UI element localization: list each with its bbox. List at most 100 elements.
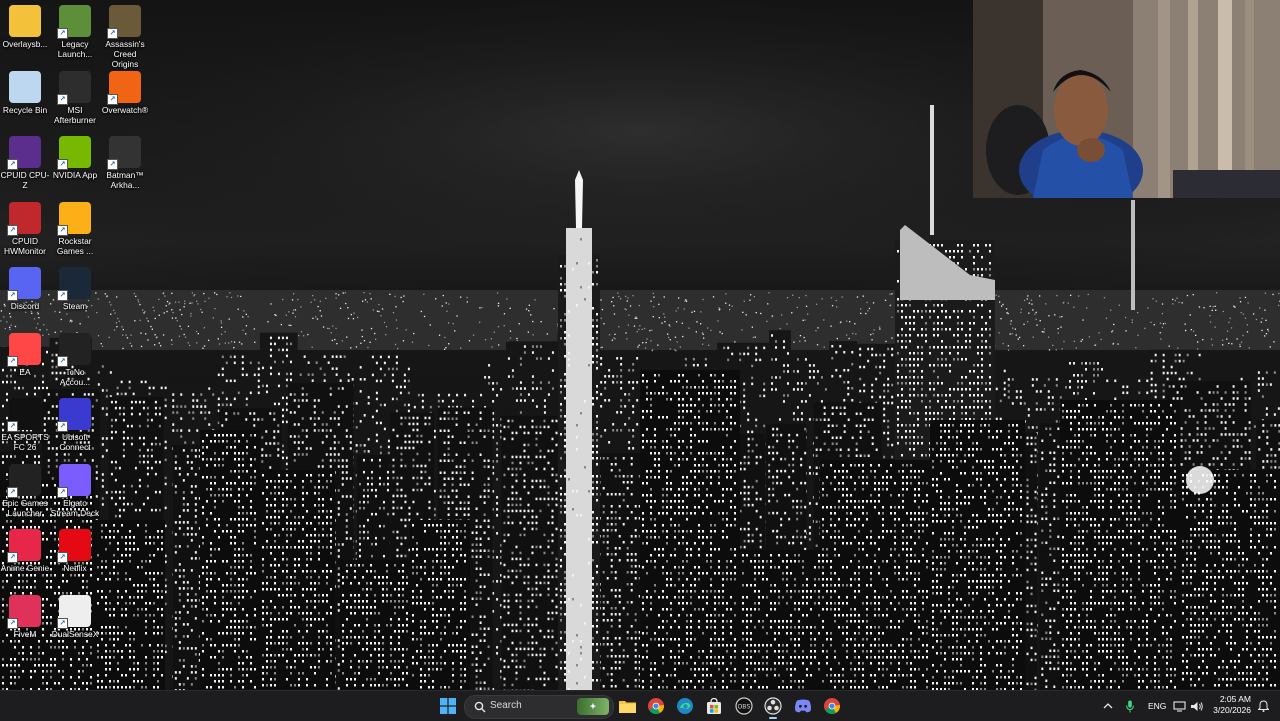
rockstar-icon: ↗ [59,202,91,234]
desktop-icon-label: MSI Afterburner [50,105,100,125]
desktop-icon-label: CPUID HWMonitor [0,236,50,256]
shortcut-arrow-icon: ↗ [7,487,18,498]
shortcut-arrow-icon: ↗ [57,159,68,170]
shortcut-arrow-icon: ↗ [7,421,18,432]
shortcut-arrow-icon: ↗ [57,487,68,498]
shortcut-arrow-icon: ↗ [107,94,118,105]
desktop-icon[interactable]: ↗Discord [0,267,50,311]
stream-deck-icon: ↗ [59,464,91,496]
desktop-icon-label: NVIDIA App [50,170,100,180]
epic-games-icon: ↗ [9,464,41,496]
edge-icon[interactable] [673,695,697,717]
store-icon[interactable] [702,695,726,717]
desktop-icon[interactable]: ↗NVIDIA App [50,136,100,180]
ea-icon: ↗ [9,333,41,365]
desktop-icon[interactable]: ↗EA [0,333,50,377]
batman-icon: ↗ [109,136,141,168]
shortcut-arrow-icon: ↗ [57,28,68,39]
webcam-overlay [973,0,1280,198]
desktop-icon[interactable]: ↗Elgato Stream Deck [50,464,100,518]
windows-start-icon[interactable] [436,695,460,717]
desktop-icon[interactable]: ↗Ubisoft Connect [50,398,100,452]
desktop-icon[interactable]: Overlaysb... [0,5,50,49]
clock-date: 3/20/2026 [1211,705,1251,716]
shortcut-arrow-icon: ↗ [57,225,68,236]
desktop-icon[interactable]: ↗ Anime Genie [0,529,50,573]
desktop-icon-label: DualSenseX [50,629,100,639]
desktop-icon[interactable]: ↗CPUID CPU-Z [0,136,50,190]
desktop-icon[interactable]: ↗CPUID HWMonitor [0,202,50,256]
minecraft-icon: ↗ [59,5,91,37]
fivem-icon: ↗ [9,595,41,627]
chrome-icon[interactable] [644,695,668,717]
shortcut-arrow-icon: ↗ [57,552,68,563]
desktop-icon[interactable]: ↗Netflix [50,529,100,573]
search-icon [474,701,486,713]
shortcut-arrow-icon: ↗ [57,356,68,367]
desktop-icon-label: Overlaysb... [0,39,50,49]
shortcut-arrow-icon: ↗ [7,618,18,629]
shortcut-arrow-icon: ↗ [7,225,18,236]
steam-icon: ↗ [59,267,91,299]
shortcut-arrow-icon: ↗ [107,159,118,170]
desktop-icon-label: Anime Genie [0,563,50,573]
desktop-icon-label: Rockstar Games ... [50,236,100,256]
desktop-icon[interactable]: ↗DualSenseX [50,595,100,639]
shortcut-arrow-icon: ↗ [57,421,68,432]
file-explorer-icon[interactable] [615,695,639,717]
taskbar: Search ✦ OBS [0,690,1280,721]
desktop-icon[interactable]: ↗ Steam [50,267,100,311]
tcno-icon: ↗ [59,333,91,365]
language-indicator[interactable]: ENG [1148,701,1166,711]
taskbar-search-box[interactable]: Search ✦ [464,695,614,719]
clock-time: 2:05 AM [1211,694,1251,705]
desktop-icon-label: Netflix [50,563,100,573]
volume-icon[interactable] [1187,695,1207,717]
obs-icon[interactable] [761,695,785,717]
desktop-icon-label: FiveM [0,629,50,639]
desktop-icon[interactable]: ↗Batman™ Arkha... [100,136,150,190]
cpu-z-icon: ↗ [9,136,41,168]
assassins-creed-icon: ↗ [109,5,141,37]
desktop-icon-label: EA SPORTS FC 26 [0,432,50,452]
clock[interactable]: 2:05 AM 3/20/2026 [1211,694,1251,716]
shortcut-arrow-icon: ↗ [7,290,18,301]
hwmonitor-icon: ↗ [9,202,41,234]
ea-sports-fc-icon: ↗ [9,398,41,430]
desktop-icon-label: Overwatch® [100,105,150,115]
shortcut-arrow-icon: ↗ [57,618,68,629]
notification-bell-icon[interactable] [1254,695,1272,717]
desktop-icon-label: Legacy Launch... [50,39,100,59]
recycle-bin-icon [9,71,41,103]
discord-icon: ↗ [9,267,41,299]
desktop-icon-label: Recycle Bin [0,105,50,115]
desktop-icon[interactable]: ↗MSI Afterburner [50,71,100,125]
desktop-icon[interactable]: ↗Overwatch® [100,71,150,115]
desktop-icon[interactable]: Recycle Bin [0,71,50,115]
chevron-up-icon[interactable] [1098,695,1118,717]
desktop-icon[interactable]: ↗Assassin's Creed Origins [100,5,150,69]
discord-icon[interactable] [791,695,815,717]
desktop-icon-label: Elgato Stream Deck [50,498,100,518]
desktop-icon[interactable]: ↗FiveM [0,595,50,639]
desktop-icon-label: TcNo Accou... [50,367,100,387]
desktop-icon[interactable]: ↗Epic Games Launcher [0,464,50,518]
microphone-icon[interactable] [1120,695,1140,717]
app-icon[interactable]: OBS [732,695,756,717]
search-highlight-icon: ✦ [577,698,609,715]
desktop-icon[interactable]: ↗Legacy Launch... [50,5,100,59]
search-placeholder: Search [490,700,522,711]
chrome-icon[interactable] [820,695,844,717]
desktop-icon-label: Assassin's Creed Origins [100,39,150,69]
anime-genie-icon: ↗ [9,529,41,561]
desktop-icon[interactable]: ↗EA SPORTS FC 26 [0,398,50,452]
shortcut-arrow-icon: ↗ [7,159,18,170]
desktop-icon[interactable]: ↗TcNo Accou... [50,333,100,387]
dualsensex-icon: ↗ [59,595,91,627]
desktop-icon-label: CPUID CPU-Z [0,170,50,190]
desktop-icon-label: Discord [0,301,50,311]
shortcut-arrow-icon: ↗ [107,28,118,39]
desktop-icon-label: Epic Games Launcher [0,498,50,518]
desktop-icon[interactable]: ↗Rockstar Games ... [50,202,100,256]
desktop-icon-label: Steam [50,301,100,311]
